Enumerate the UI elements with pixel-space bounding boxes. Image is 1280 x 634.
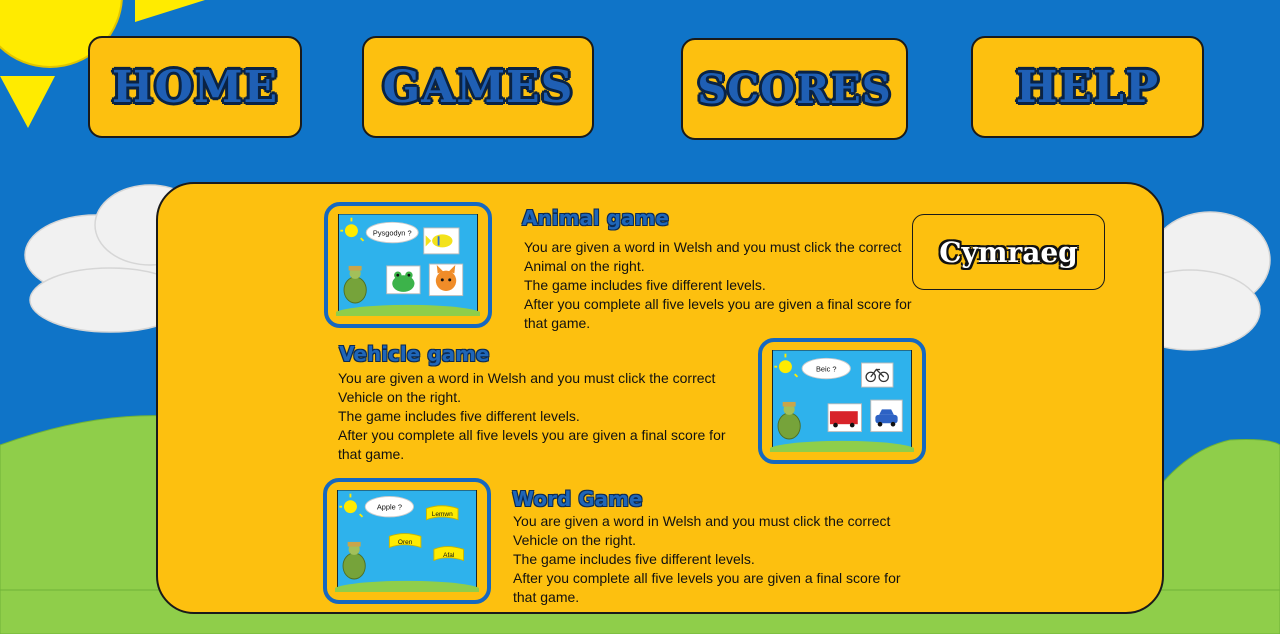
vehicle-game-thumbnail[interactable]: Beic ?: [758, 338, 926, 464]
description-line: You are given a word in Welsh and you mu…: [524, 239, 902, 255]
description-line: After you complete all five levels you a…: [513, 570, 901, 586]
home-label: HOME: [111, 61, 279, 113]
animal-preview-word: Pysgodyn ?: [373, 228, 412, 237]
word-game-thumbnail[interactable]: Apple ? Lemwn Oren Afal: [323, 478, 491, 604]
games-button[interactable]: GAMES: [362, 36, 594, 138]
animal-game-description: You are given a word in Welsh and you mu…: [524, 238, 912, 333]
description-line: Animal on the right.: [524, 258, 645, 274]
description-line: You are given a word in Welsh and you mu…: [338, 370, 716, 386]
description-line: The game includes five different levels.: [338, 408, 580, 424]
flag-label: Oren: [398, 539, 413, 546]
home-button[interactable]: HOME: [88, 36, 302, 138]
word-game-description: You are given a word in Welsh and you mu…: [513, 512, 901, 607]
animal-game-thumbnail[interactable]: Pysgodyn ?: [324, 202, 492, 328]
word-game-title[interactable]: Word Game: [512, 487, 643, 511]
vehicle-game-description: You are given a word in Welsh and you mu…: [338, 369, 726, 464]
vehicle-game-preview: Beic ?: [770, 350, 914, 452]
flag-label: Lemwn: [432, 511, 453, 518]
word-preview-word: Apple ?: [377, 502, 402, 511]
flag-label: Afal: [443, 552, 454, 559]
description-line: that game.: [524, 315, 591, 331]
language-label: Cymraeg: [939, 235, 1078, 269]
help-label: HELP: [1015, 61, 1160, 113]
description-line: You are given a word in Welsh and you mu…: [513, 513, 891, 529]
scores-button[interactable]: SCORES: [681, 38, 908, 140]
animal-game-title[interactable]: Animal game: [522, 206, 669, 230]
flag-oren: Oren: [388, 533, 422, 549]
description-line: After you complete all five levels you a…: [338, 427, 726, 443]
description-line: After you complete all five levels you a…: [524, 296, 912, 312]
help-button[interactable]: HELP: [971, 36, 1204, 138]
language-toggle-button[interactable]: Cymraeg: [912, 214, 1105, 290]
scores-label: SCORES: [697, 65, 892, 113]
vehicle-game-title[interactable]: Vehicle game: [339, 342, 490, 366]
animal-game-preview: Pysgodyn ?: [336, 214, 480, 316]
description-line: that game.: [513, 589, 580, 605]
games-label: GAMES: [382, 61, 574, 113]
description-line: The game includes five different levels.: [524, 277, 766, 293]
description-line: The game includes five different levels.: [513, 551, 755, 567]
flag-lemwn: Lemwn: [426, 505, 459, 521]
description-line: that game.: [338, 446, 405, 462]
word-game-preview: Apple ? Lemwn Oren Afal: [335, 490, 479, 592]
vehicle-preview-word: Beic ?: [816, 364, 837, 373]
flag-afal: Afal: [433, 546, 465, 562]
description-line: Vehicle on the right.: [338, 389, 461, 405]
description-line: Vehicle on the right.: [513, 532, 636, 548]
